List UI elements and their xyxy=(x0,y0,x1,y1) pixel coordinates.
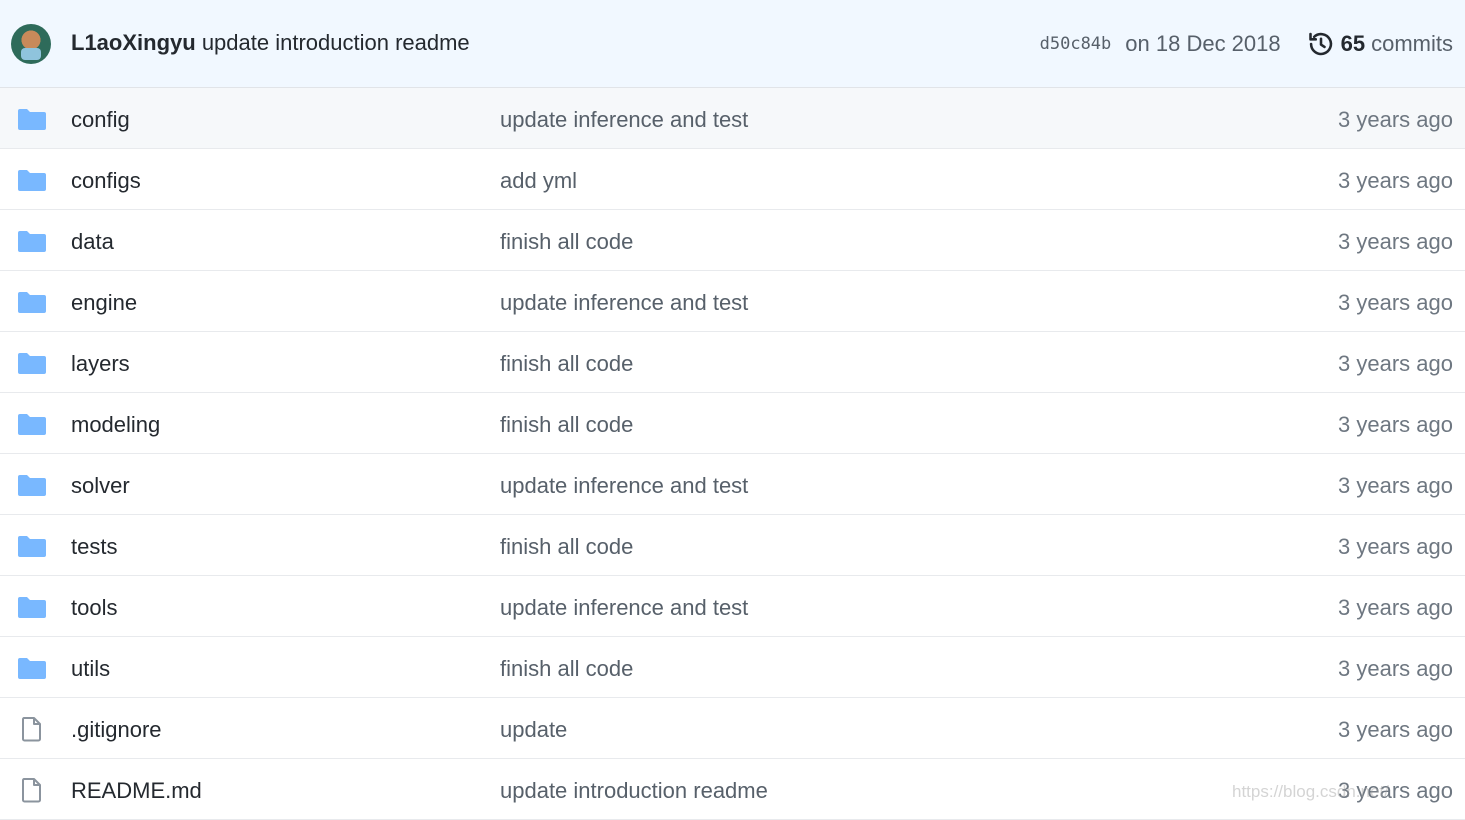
file-row[interactable]: tests finish all code 3 years ago xyxy=(0,515,1465,576)
file-name-link[interactable]: engine xyxy=(71,290,137,316)
file-list: config update inference and test 3 years a… xyxy=(0,88,1465,820)
file-row[interactable]: configs add yml 3 years ago xyxy=(0,149,1465,210)
commits-label: commits xyxy=(1371,31,1453,56)
commit-time: 3 years ago xyxy=(1338,351,1453,376)
commit-time: 3 years ago xyxy=(1338,717,1453,742)
commit-time: 3 years ago xyxy=(1338,595,1453,620)
file-name-link[interactable]: tools xyxy=(71,595,117,621)
file-name-link[interactable]: configs xyxy=(71,168,141,194)
commit-time: 3 years ago xyxy=(1338,412,1453,437)
commit-time: 3 years ago xyxy=(1338,229,1453,254)
commit-time: 3 years ago xyxy=(1338,107,1453,132)
file-row[interactable]: utils finish all code 3 years ago xyxy=(0,637,1465,698)
folder-icon xyxy=(18,657,46,679)
commit-count: 65 xyxy=(1340,31,1366,56)
file-icon xyxy=(18,778,46,803)
commit-message-link[interactable]: finish all code xyxy=(500,412,633,438)
author-avatar[interactable] xyxy=(11,24,51,64)
file-row[interactable]: layers finish all code 3 years ago xyxy=(0,332,1465,393)
commit-message-link[interactable]: update introduction readme xyxy=(500,778,768,804)
file-name-link[interactable]: .gitignore xyxy=(71,717,162,743)
folder-icon xyxy=(18,169,46,191)
folder-icon xyxy=(18,474,46,496)
file-name-link[interactable]: tests xyxy=(71,534,117,560)
folder-icon xyxy=(18,352,46,374)
folder-icon xyxy=(18,413,46,435)
watermark: https://blog.csdn.net/ xyxy=(1232,782,1389,801)
file-name-link[interactable]: modeling xyxy=(71,412,160,438)
file-row[interactable]: data finish all code 3 years ago xyxy=(0,210,1465,271)
file-name-link[interactable]: layers xyxy=(71,351,130,377)
commit-time: 3 years ago xyxy=(1338,656,1453,681)
file-name-link[interactable]: utils xyxy=(71,656,110,682)
latest-commit-bar: L1aoXingyu update introduction readme d5… xyxy=(0,0,1465,88)
commits-history-link[interactable]: 65 commits xyxy=(1307,30,1453,58)
file-icon xyxy=(18,717,46,742)
commit-message-link[interactable]: update inference and test xyxy=(500,290,748,316)
file-row[interactable]: tools update inference and test 3 years ag… xyxy=(0,576,1465,637)
commit-date: on 18 Dec 2018 xyxy=(1125,31,1281,56)
file-row[interactable]: engine update inference and test 3 years a… xyxy=(0,271,1465,332)
file-name-link[interactable]: README.md xyxy=(71,778,202,804)
commit-message-link[interactable]: update xyxy=(500,717,567,743)
file-row[interactable]: modeling finish all code 3 years ago xyxy=(0,393,1465,454)
commit-message-link[interactable]: finish all code xyxy=(500,656,633,682)
folder-icon xyxy=(18,535,46,557)
commit-sha-link[interactable]: d50c84b xyxy=(1040,34,1112,54)
commit-summary: L1aoXingyu update introduction readme xyxy=(71,30,470,56)
commit-message-link[interactable]: update inference and test xyxy=(500,595,748,621)
commit-time: 3 years ago xyxy=(1338,168,1453,193)
folder-icon xyxy=(18,291,46,313)
file-name-link[interactable]: data xyxy=(71,229,114,255)
folder-icon xyxy=(18,596,46,618)
commit-message-link[interactable]: finish all code xyxy=(500,229,633,255)
file-row[interactable]: solver update inference and test 3 years a… xyxy=(0,454,1465,515)
folder-icon xyxy=(18,108,46,130)
folder-icon xyxy=(18,230,46,252)
commit-message-link[interactable]: update inference and test xyxy=(500,473,748,499)
file-name-link[interactable]: solver xyxy=(71,473,130,499)
commit-message-link[interactable]: update inference and test xyxy=(500,107,748,133)
commit-message-link[interactable]: finish all code xyxy=(500,351,633,377)
commit-time: 3 years ago xyxy=(1338,473,1453,498)
file-row[interactable]: config update inference and test 3 years a… xyxy=(0,88,1465,149)
file-row[interactable]: .gitignore update 3 years ago xyxy=(0,698,1465,759)
commit-message-link[interactable]: add yml xyxy=(500,168,577,194)
commit-time: 3 years ago xyxy=(1338,534,1453,559)
commit-author-link[interactable]: L1aoXingyu xyxy=(71,30,196,55)
commit-time: 3 years ago xyxy=(1338,290,1453,315)
commit-message-link[interactable]: finish all code xyxy=(500,534,633,560)
file-name-link[interactable]: config xyxy=(71,107,130,133)
commit-message-link[interactable]: update introduction readme xyxy=(202,30,470,55)
history-icon xyxy=(1308,32,1332,56)
